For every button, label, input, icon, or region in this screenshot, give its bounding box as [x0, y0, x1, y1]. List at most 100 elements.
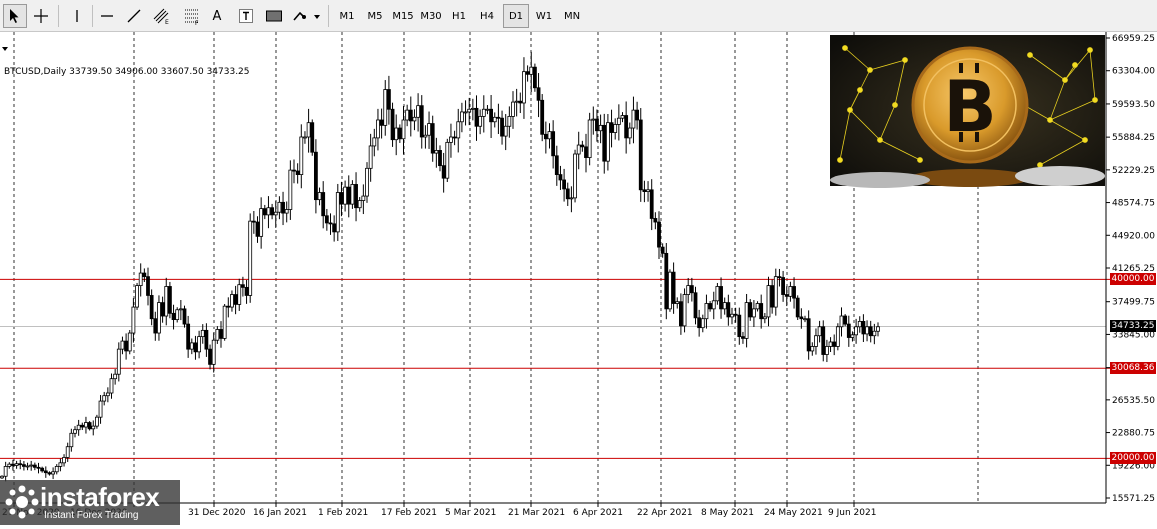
candle-body: [142, 272, 147, 278]
candle-body: [558, 174, 563, 181]
candle-body: [755, 303, 760, 310]
candle-body: [445, 141, 450, 179]
candle-body: [587, 119, 592, 158]
candle-body: [299, 136, 304, 175]
candle-body: [65, 446, 70, 458]
candle-body: [733, 313, 738, 316]
candle-body: [157, 302, 161, 334]
candle-body: [525, 71, 530, 75]
candle-body: [244, 286, 249, 296]
candle-body: [598, 124, 603, 132]
candle-body: [485, 108, 490, 111]
candle-body: [98, 400, 103, 418]
timeframe-m1-button[interactable]: M1: [334, 4, 360, 28]
date-tick-label: 1 Feb 2021: [318, 508, 368, 518]
candle-body: [350, 184, 355, 205]
candle-body: [817, 326, 822, 337]
candle-body: [792, 286, 796, 299]
candle-body: [843, 315, 848, 325]
candle-body: [649, 189, 654, 219]
candle-body: [105, 392, 110, 397]
timeframe-m5-button[interactable]: M5: [362, 4, 388, 28]
candle-body: [814, 335, 818, 347]
candle-body: [788, 286, 793, 297]
timeframe-w1-button[interactable]: W1: [531, 4, 557, 28]
candle-body: [580, 144, 585, 148]
text-label-icon[interactable]: [235, 4, 257, 28]
candle-body: [715, 286, 720, 302]
shapes-icon[interactable]: [291, 4, 323, 28]
fibonacci-icon[interactable]: F: [180, 4, 204, 28]
timeframe-m30-button[interactable]: M30: [418, 4, 444, 28]
candle-body: [828, 341, 833, 347]
candle-body: [416, 105, 421, 118]
timeframe-mn-button[interactable]: MN: [559, 4, 585, 28]
candle-body: [178, 308, 183, 311]
horizontal-line-icon[interactable]: [95, 4, 119, 28]
candle-body: [711, 300, 716, 310]
timeframe-m15-button[interactable]: M15: [390, 4, 416, 28]
date-tick-label: 22 Apr 2021: [637, 508, 693, 518]
candle-body: [321, 192, 326, 217]
candle-body: [631, 109, 636, 129]
vertical-line-icon[interactable]: [65, 4, 89, 28]
collapse-arrow-icon[interactable]: [0, 37, 10, 56]
candle-body: [642, 189, 647, 193]
timeframe-h1-button[interactable]: H1: [446, 4, 472, 28]
candle-body: [489, 108, 494, 123]
candle-body: [573, 153, 577, 199]
candle-body: [233, 294, 238, 305]
candle-body: [215, 329, 220, 341]
candle-body: [452, 136, 457, 139]
candle-body: [87, 422, 92, 430]
candle-body: [427, 123, 431, 136]
candle-body: [51, 471, 55, 475]
candle-body: [32, 464, 37, 468]
candle-body: [781, 277, 785, 295]
text-icon[interactable]: A: [206, 4, 228, 28]
candle-body: [21, 464, 26, 467]
candle-body: [456, 121, 461, 139]
candle-body: [109, 378, 114, 394]
candle-body: [762, 316, 767, 320]
candle-body: [408, 109, 413, 122]
candle-body: [219, 329, 223, 339]
candle-body: [806, 318, 811, 352]
candle-body: [638, 119, 643, 191]
candle-body: [270, 207, 275, 216]
candle-body: [533, 66, 537, 89]
candle-body: [7, 463, 12, 467]
candle-body: [730, 313, 734, 318]
candle-body: [584, 146, 588, 158]
candle-body: [770, 285, 775, 308]
candle-body: [459, 111, 464, 123]
cursor-icon[interactable]: [3, 4, 27, 28]
price-chart[interactable]: B 66959.25 63304.00 59593.50 55884.25 52229.…: [0, 32, 1157, 525]
price-chart-canvas[interactable]: B 66959.25 63304.00 59593.50 55884.25 52229.…: [0, 32, 1157, 525]
candle-body: [365, 167, 369, 197]
candle-body: [503, 125, 508, 137]
candle-body: [386, 89, 391, 110]
candle-body: [474, 107, 479, 127]
candle-body: [189, 342, 194, 350]
crosshair-icon[interactable]: [29, 4, 53, 28]
candle-body: [478, 116, 483, 127]
candle-body: [620, 115, 625, 119]
candle-body: [266, 207, 271, 216]
timeframe-d1-button[interactable]: D1: [503, 4, 529, 28]
trendline-icon[interactable]: [122, 4, 146, 28]
candle-body: [116, 348, 121, 375]
candle-body: [708, 303, 712, 310]
rectangle-icon[interactable]: [262, 4, 286, 28]
candle-body: [434, 150, 439, 154]
candle-body: [693, 292, 698, 319]
candle-body: [240, 284, 245, 288]
candle-body: [295, 170, 300, 175]
timeframe-h4-button[interactable]: H4: [474, 4, 500, 28]
equidistant-channel-icon[interactable]: E: [150, 4, 174, 28]
candle-body: [726, 302, 731, 318]
price-tick-label: 44920.00: [1112, 231, 1155, 241]
candle-body: [343, 186, 348, 205]
candle-body: [376, 119, 380, 139]
candle-body: [576, 144, 581, 155]
